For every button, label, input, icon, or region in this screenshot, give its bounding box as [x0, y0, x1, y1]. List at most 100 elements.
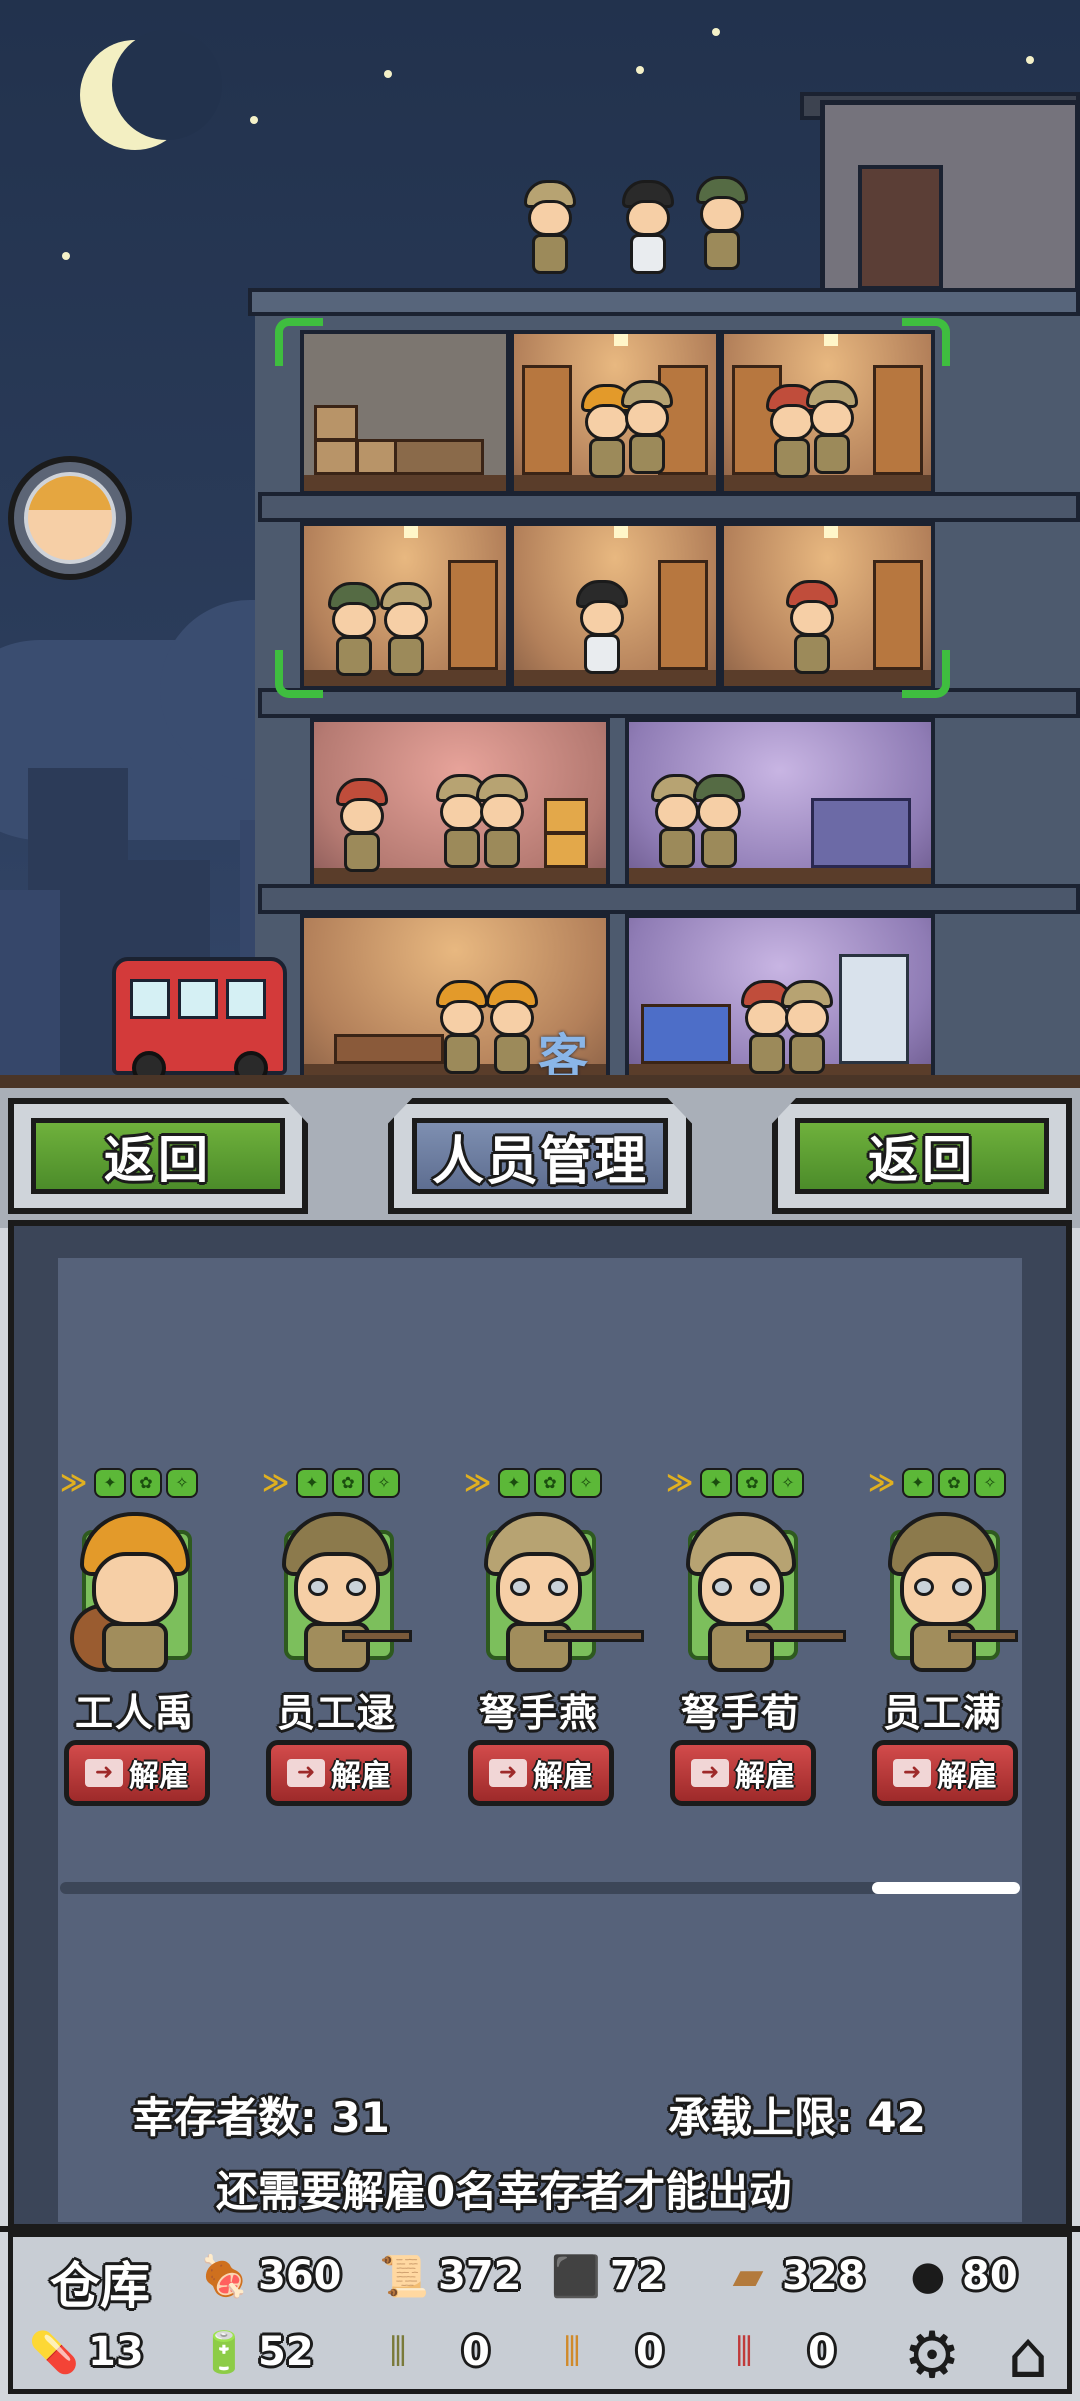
worker-card[interactable]: ≫ ✦ ✿ ✧ 员工满 ➜ 解雇	[868, 1460, 1018, 1820]
room-infirmary[interactable]	[625, 914, 935, 1084]
fire-button-label: 解雇	[735, 1759, 795, 1794]
page-title-label: 人员管理	[411, 1117, 669, 1195]
perk-icon: ✿	[130, 1468, 162, 1498]
city-building	[0, 890, 60, 1090]
settings-gear-icon[interactable]: ⚙	[894, 2318, 970, 2394]
exit-icon: ➜	[287, 1759, 325, 1787]
rank-chevron-icon: ≫	[666, 1468, 694, 1498]
rooftop-survivor[interactable]	[522, 180, 578, 276]
back-button-label: 返回	[795, 1117, 1049, 1195]
perk-icon: ✧	[570, 1468, 602, 1498]
resource-wood[interactable]: ▰ 328	[720, 2246, 866, 2306]
fire-button[interactable]: ➜ 解雇	[872, 1740, 1018, 1806]
fire-button-label: 解雇	[331, 1759, 391, 1794]
worker-name: 员工逯	[276, 1691, 397, 1735]
meat-icon: 🍖	[199, 2253, 249, 2300]
resource-oil[interactable]: ● 80	[900, 2246, 1018, 2306]
resource-pill[interactable]: 💊 13	[26, 2322, 144, 2382]
perk-icon: ✿	[534, 1468, 566, 1498]
selection-bracket	[275, 650, 323, 698]
fire-button-label: 解雇	[129, 1759, 189, 1794]
worker-name: 员工满	[882, 1691, 1003, 1735]
fire-button[interactable]: ➜ 解雇	[266, 1740, 412, 1806]
tool-icon	[342, 1630, 412, 1642]
worker-card[interactable]: ≫ ✦ ✿ ✧ 员工逯 ➜ 解雇	[262, 1460, 412, 1820]
selection-bracket	[275, 318, 323, 366]
perk-icon: ✦	[296, 1468, 328, 1498]
worker-card[interactable]: ≫ ✦ ✿ ✧ 弩手燕 ➜ 解雇	[464, 1460, 644, 1820]
oil-icon: ●	[910, 2253, 946, 2299]
room-storage[interactable]	[300, 330, 510, 495]
worker-avatar	[878, 1512, 1018, 1672]
perk-icon: ✧	[772, 1468, 804, 1498]
back-button-right[interactable]: 返回	[772, 1098, 1072, 1214]
perk-icon: ✿	[736, 1468, 768, 1498]
exit-icon: ➜	[489, 1759, 527, 1787]
resource-value: 0	[636, 2329, 664, 2375]
fire-button[interactable]: ➜ 解雇	[670, 1740, 816, 1806]
battery-icon: 🔋	[199, 2329, 249, 2376]
exit-icon: ➜	[893, 1759, 931, 1787]
rooftop-survivor[interactable]	[620, 180, 676, 276]
moon-icon	[80, 30, 222, 150]
rank-chevron-icon: ≫	[262, 1468, 290, 1498]
fire-button-label: 解雇	[937, 1759, 997, 1794]
resource-iron[interactable]: ⬛ 72	[548, 2246, 666, 2306]
star-icon	[250, 116, 258, 124]
resource-value: 372	[438, 2253, 522, 2299]
worker-card[interactable]: ≫ ✦ ✿ ✧ 工人禹 ➜ 解雇	[60, 1460, 210, 1820]
floor-slab	[258, 492, 1080, 522]
resource-value: 0	[462, 2329, 490, 2375]
exit-icon: ➜	[691, 1759, 729, 1787]
worker-roster[interactable]: ≫ ✦ ✿ ✧ 工人禹 ➜ 解雇 ≫ ✦ ✿ ✧ 员工逯 ➜ 解雇 ≫ ✦ ✿ ✧ 弩手燕 ➜ 解雇 ≫ ✦ ✿ ✧ 弩手荀 ➜ 解雇…	[60, 1460, 1020, 1820]
room-dorm[interactable]	[300, 522, 510, 690]
capacity-limit: 承载上限: 42	[668, 2093, 926, 2142]
worker-card[interactable]: ≫ ✦ ✿ ✧ 弩手荀 ➜ 解雇	[666, 1460, 846, 1820]
resource-value: 328	[782, 2253, 866, 2299]
resource-shotgun-shell[interactable]: ⦀ 0	[716, 2322, 836, 2382]
warehouse-title[interactable]: 仓库	[50, 2246, 150, 2318]
perk-icon: ✧	[974, 1468, 1006, 1498]
fire-button-label: 解雇	[533, 1759, 593, 1794]
selection-bracket	[902, 650, 950, 698]
fire-button[interactable]: ➜ 解雇	[64, 1740, 210, 1806]
rifle-ammo-icon: ⦀	[563, 2329, 581, 2375]
floor-slab	[258, 884, 1080, 914]
back-button-label: 返回	[31, 1117, 285, 1195]
room-dorm[interactable]	[510, 330, 720, 495]
worker-name: 弩手荀	[680, 1691, 801, 1735]
room-dorm[interactable]	[510, 522, 720, 690]
worker-avatar	[272, 1512, 412, 1672]
rooftop-survivor[interactable]	[694, 176, 750, 272]
avatar	[24, 472, 116, 564]
worker-perks: ≫ ✦ ✿ ✧	[666, 1468, 816, 1504]
worker-perks: ≫ ✦ ✿ ✧	[464, 1468, 614, 1504]
exit-icon: ➜	[85, 1759, 123, 1787]
resource-meat[interactable]: 🍖 360	[196, 2246, 342, 2306]
room-workshop[interactable]	[310, 718, 610, 888]
survivor-count: 幸存者数: 31	[132, 2093, 390, 2142]
back-button-left[interactable]: 返回	[8, 1098, 308, 1214]
resource-value: 52	[258, 2329, 314, 2375]
resource-cloth[interactable]: 📜 372	[376, 2246, 522, 2306]
worker-avatar	[474, 1512, 644, 1672]
page-title: 人员管理	[388, 1098, 692, 1214]
roster-scroll-thumb[interactable]	[872, 1882, 1020, 1894]
perk-icon: ✦	[94, 1468, 126, 1498]
tool-icon	[948, 1630, 1018, 1642]
resource-rifle-ammo[interactable]: ⦀ 0	[544, 2322, 664, 2382]
resource-bullets[interactable]: ⦀ 0	[370, 2322, 490, 2382]
home-icon[interactable]: ⌂	[990, 2318, 1066, 2394]
fire-button[interactable]: ➜ 解雇	[468, 1740, 614, 1806]
resource-value: 360	[258, 2253, 342, 2299]
room-lab[interactable]	[625, 718, 935, 888]
leader-portrait[interactable]	[8, 456, 132, 580]
selection-bracket	[902, 318, 950, 366]
roof-slab	[248, 288, 1080, 316]
perk-icon: ✦	[700, 1468, 732, 1498]
resource-battery[interactable]: 🔋 52	[196, 2322, 314, 2382]
bus[interactable]	[112, 957, 287, 1085]
perk-icon: ✧	[368, 1468, 400, 1498]
rank-chevron-icon: ≫	[60, 1468, 88, 1498]
resource-value: 72	[610, 2253, 666, 2299]
